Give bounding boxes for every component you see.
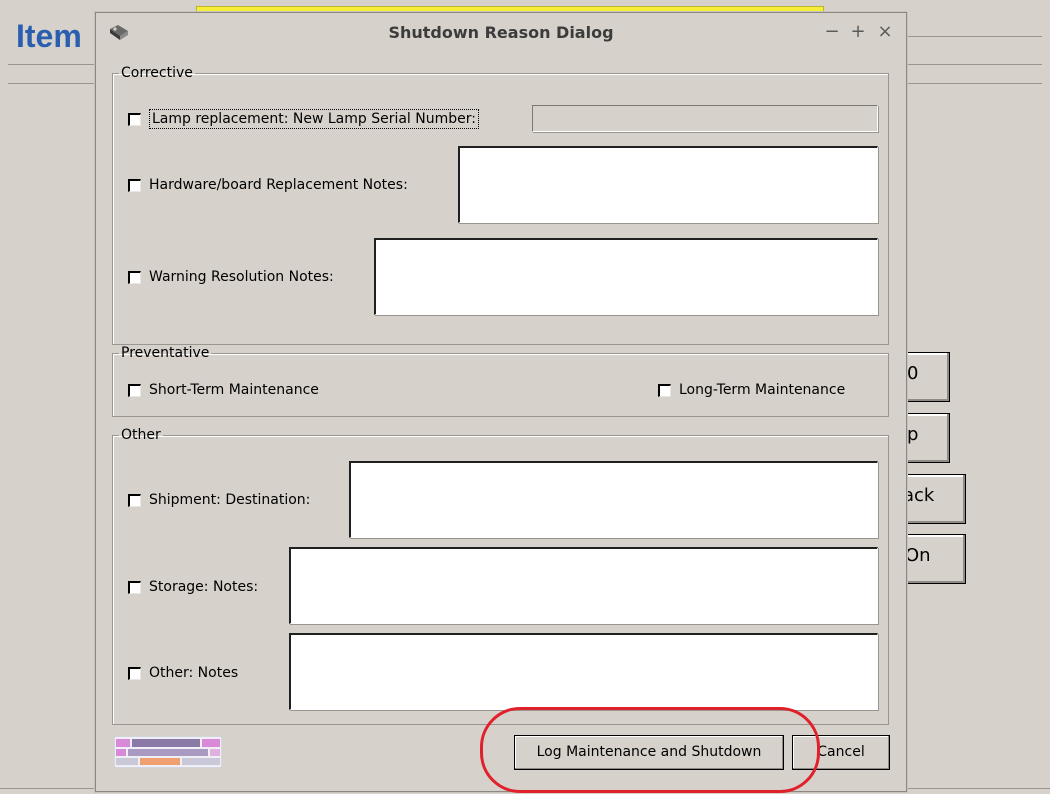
other-notes-label: Other: Notes bbox=[149, 665, 239, 681]
shipment-destination-textarea[interactable] bbox=[349, 461, 878, 538]
storage-notes-label: Storage: Notes: bbox=[149, 579, 259, 595]
hardware-replacement-label: Hardware/board Replacement Notes: bbox=[149, 177, 408, 193]
warning-resolution-checkbox-box[interactable] bbox=[128, 270, 141, 284]
short-term-maintenance-label: Short-Term Maintenance bbox=[149, 382, 319, 398]
long-term-maintenance-checkbox[interactable]: Long-Term Maintenance bbox=[658, 382, 845, 398]
shipment-checkbox-box[interactable] bbox=[128, 493, 141, 507]
other-notes-checkbox-box[interactable] bbox=[128, 666, 141, 680]
lamp-replacement-checkbox[interactable]: Lamp replacement: New Lamp Serial Number… bbox=[128, 109, 479, 129]
preventative-legend: Preventative bbox=[121, 345, 210, 361]
hardware-replacement-checkbox[interactable]: Hardware/board Replacement Notes: bbox=[128, 177, 408, 193]
storage-checkbox[interactable]: Storage: Notes: bbox=[128, 579, 258, 595]
other-notes-checkbox[interactable]: Other: Notes bbox=[128, 665, 238, 681]
storage-notes-textarea[interactable] bbox=[289, 547, 878, 624]
lamp-replacement-checkbox-box[interactable] bbox=[128, 112, 141, 126]
cancel-button[interactable]: Cancel bbox=[792, 735, 890, 770]
long-term-checkbox-box[interactable] bbox=[658, 383, 671, 397]
lamp-serial-number-input[interactable] bbox=[532, 105, 878, 132]
shipment-checkbox[interactable]: Shipment: Destination: bbox=[128, 492, 310, 508]
other-legend: Other bbox=[121, 427, 161, 443]
close-button[interactable]: × bbox=[875, 21, 895, 42]
warning-resolution-label: Warning Resolution Notes: bbox=[149, 269, 334, 285]
log-maintenance-shutdown-button[interactable]: Log Maintenance and Shutdown bbox=[514, 735, 784, 770]
dialog-titlebar[interactable]: Shutdown Reason Dialog − + × bbox=[96, 13, 906, 55]
background-header-divider bbox=[906, 36, 1042, 37]
shipment-destination-label: Shipment: Destination: bbox=[149, 492, 311, 508]
dialog-title: Shutdown Reason Dialog bbox=[388, 23, 614, 42]
maximize-button[interactable]: + bbox=[848, 21, 868, 42]
short-term-maintenance-checkbox[interactable]: Short-Term Maintenance bbox=[128, 382, 319, 398]
storage-checkbox-box[interactable] bbox=[128, 580, 141, 594]
corrective-legend: Corrective bbox=[121, 65, 193, 81]
shutdown-reason-dialog: Shutdown Reason Dialog − + × Corrective … bbox=[95, 12, 907, 792]
other-notes-textarea[interactable] bbox=[289, 633, 878, 710]
preventative-group: Preventative bbox=[112, 345, 889, 417]
minimize-button[interactable]: − bbox=[822, 21, 842, 42]
keyboard-icon bbox=[114, 736, 222, 768]
warning-notes-textarea[interactable] bbox=[374, 238, 878, 315]
hardware-replacement-checkbox-box[interactable] bbox=[128, 178, 141, 192]
background-app-title: Item bbox=[16, 18, 82, 54]
hardware-notes-textarea[interactable] bbox=[458, 146, 878, 223]
long-term-maintenance-label: Long-Term Maintenance bbox=[679, 382, 846, 398]
lamp-replacement-label: Lamp replacement: New Lamp Serial Number… bbox=[149, 109, 479, 129]
warning-resolution-checkbox[interactable]: Warning Resolution Notes: bbox=[128, 269, 334, 285]
short-term-checkbox-box[interactable] bbox=[128, 383, 141, 397]
